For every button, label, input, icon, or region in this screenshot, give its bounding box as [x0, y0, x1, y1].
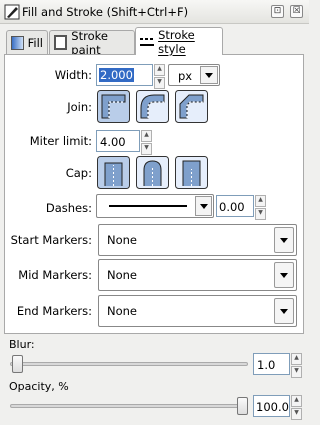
- round-cap-button[interactable]: [136, 156, 169, 189]
- width-input[interactable]: 2.000: [96, 64, 153, 86]
- miter-join-button[interactable]: [97, 90, 130, 123]
- dashes-label: Dashes:: [45, 201, 92, 215]
- miter-down-arrow-icon[interactable]: ▼: [141, 143, 152, 155]
- tab-stroke-paint[interactable]: Stroke paint: [49, 28, 135, 57]
- end-markers-dropdown-button[interactable]: [274, 298, 294, 324]
- opacity-value: 100.0: [256, 400, 289, 414]
- unit-dropdown-button[interactable]: [200, 66, 218, 84]
- opacity-slider-track[interactable]: [10, 404, 248, 408]
- start-markers-dropdown-button[interactable]: [274, 227, 294, 253]
- mid-markers-select[interactable]: None: [98, 259, 297, 291]
- bevel-join-button[interactable]: [175, 90, 208, 123]
- width-up-arrow-icon[interactable]: ▲: [154, 64, 165, 76]
- dash-offset-input[interactable]: 0.00: [216, 195, 254, 217]
- tab-fill[interactable]: Fill: [6, 30, 48, 54]
- start-markers-select[interactable]: None: [98, 224, 297, 256]
- dash-offset-value: 0.00: [219, 200, 245, 214]
- mid-markers-dropdown-button[interactable]: [274, 262, 294, 288]
- start-markers-label: Start Markers:: [10, 233, 92, 247]
- fill-swatch-icon: [11, 35, 24, 50]
- dash-up-arrow-icon[interactable]: ▲: [255, 195, 266, 207]
- chevron-down-icon: [280, 308, 288, 314]
- blur-stepper[interactable]: ▲ ▼: [291, 353, 302, 378]
- tab-stroke-style-label: Stroke style: [158, 27, 195, 56]
- blur-value: 1.0: [257, 358, 276, 372]
- opacity-slider-thumb[interactable]: [237, 397, 248, 415]
- dashed-lines-icon: [140, 37, 155, 46]
- cap-label: Cap:: [65, 166, 92, 180]
- fill-stroke-pen-icon: [4, 4, 20, 20]
- unit-value: px: [178, 69, 193, 83]
- close-button[interactable]: ☒: [290, 5, 303, 18]
- opacity-up-arrow-icon[interactable]: ▲: [291, 395, 302, 407]
- blur-input[interactable]: 1.0: [253, 353, 290, 375]
- tab-stroke-paint-label: Stroke paint: [71, 28, 108, 57]
- dashes-dropdown-button[interactable]: [195, 196, 212, 216]
- width-label: Width:: [54, 68, 92, 82]
- dash-pattern-preview: [109, 205, 187, 207]
- dash-offset-stepper[interactable]: ▲ ▼: [255, 195, 266, 220]
- blur-down-arrow-icon[interactable]: ▼: [291, 366, 302, 378]
- stroke-paint-icon: [54, 35, 68, 50]
- join-label: Join:: [67, 100, 92, 114]
- tab-fill-label: Fill: [27, 35, 43, 50]
- dashes-select[interactable]: [96, 194, 214, 218]
- width-value: 2.000: [99, 68, 134, 82]
- miter-limit-label: Miter limit:: [29, 134, 92, 148]
- opacity-input[interactable]: 100.0: [253, 395, 290, 417]
- window-title: Fill and Stroke (Shift+Ctrl+F): [22, 5, 189, 19]
- miter-limit-value: 4.00: [100, 135, 126, 149]
- dock-button[interactable]: ⊡: [271, 5, 284, 18]
- chevron-down-icon: [280, 237, 288, 243]
- butt-cap-button[interactable]: [97, 156, 130, 189]
- start-markers-value: None: [107, 233, 138, 247]
- tab-stroke-style[interactable]: Stroke style: [135, 27, 223, 56]
- width-down-arrow-icon[interactable]: ▼: [154, 77, 165, 89]
- round-join-button[interactable]: [136, 90, 169, 123]
- opacity-stepper[interactable]: ▲ ▼: [291, 395, 302, 420]
- miter-limit-input[interactable]: 4.00: [96, 130, 140, 152]
- opacity-down-arrow-icon[interactable]: ▼: [291, 408, 302, 420]
- blur-slider-thumb[interactable]: [12, 355, 23, 373]
- miter-limit-stepper[interactable]: ▲ ▼: [141, 130, 152, 155]
- mid-markers-label: Mid Markers:: [18, 268, 92, 282]
- blur-label: Blur:: [9, 338, 35, 351]
- opacity-label: Opacity, %: [9, 380, 69, 393]
- chevron-down-icon: [280, 272, 288, 278]
- blur-up-arrow-icon[interactable]: ▲: [291, 353, 302, 365]
- square-cap-button[interactable]: [175, 156, 208, 189]
- width-stepper[interactable]: ▲ ▼: [154, 64, 165, 89]
- end-markers-label: End Markers:: [16, 304, 92, 318]
- chevron-down-icon: [199, 203, 208, 209]
- end-markers-select[interactable]: None: [98, 295, 297, 327]
- unit-select[interactable]: px: [168, 64, 220, 86]
- chevron-down-icon: [205, 72, 213, 78]
- miter-up-arrow-icon[interactable]: ▲: [141, 130, 152, 142]
- blur-slider-track[interactable]: [10, 362, 248, 366]
- end-markers-value: None: [107, 304, 138, 318]
- mid-markers-value: None: [107, 268, 138, 282]
- dash-down-arrow-icon[interactable]: ▼: [255, 208, 266, 220]
